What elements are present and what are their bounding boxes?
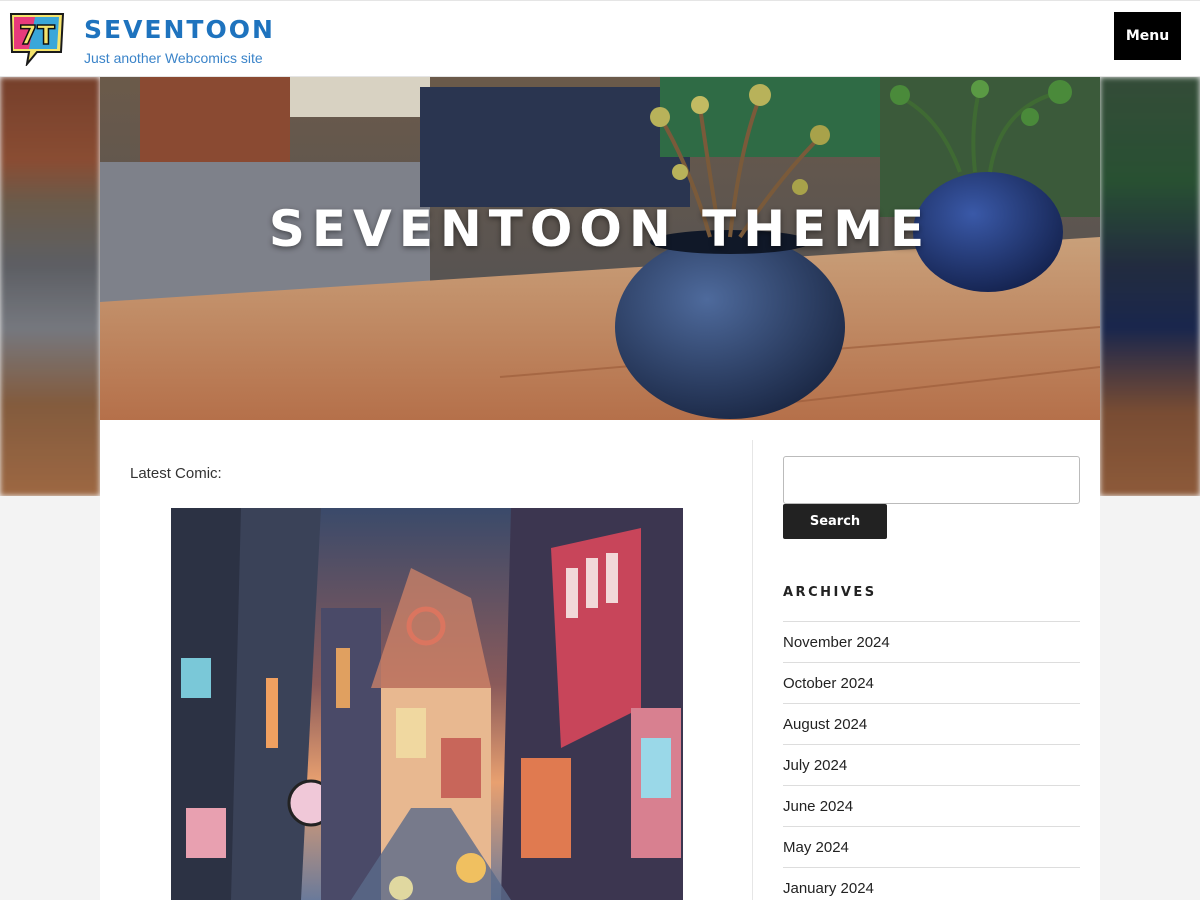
hero-blur-right xyxy=(1100,77,1200,496)
archive-link[interactable]: November 2024 xyxy=(783,634,890,651)
archive-item[interactable]: August 2024 xyxy=(783,703,1080,744)
menu-button[interactable]: Menu xyxy=(1114,12,1181,60)
site-header: 7T SEVENTOON Just another Webcomics site… xyxy=(0,0,1200,77)
column-divider xyxy=(752,440,753,900)
site-title[interactable]: SEVENTOON xyxy=(84,15,275,44)
search-input[interactable] xyxy=(783,456,1080,504)
archive-item[interactable]: January 2024 xyxy=(783,867,1080,900)
hero-blur-left xyxy=(0,77,100,496)
site-description: Just another Webcomics site xyxy=(84,50,263,66)
archive-link[interactable]: May 2024 xyxy=(783,839,849,856)
latest-comic-image[interactable] xyxy=(171,508,683,900)
archives-heading: ARCHIVES xyxy=(783,585,877,600)
hero-title: SEVENTOON THEME xyxy=(268,200,932,258)
archive-item[interactable]: June 2024 xyxy=(783,785,1080,826)
archive-item[interactable]: May 2024 xyxy=(783,826,1080,867)
archive-item[interactable]: October 2024 xyxy=(783,662,1080,703)
svg-text:7T: 7T xyxy=(19,21,55,51)
archive-item[interactable]: July 2024 xyxy=(783,744,1080,785)
archive-link[interactable]: October 2024 xyxy=(783,675,874,692)
archive-link[interactable]: August 2024 xyxy=(783,716,867,733)
archive-item[interactable]: November 2024 xyxy=(783,621,1080,662)
archive-link[interactable]: January 2024 xyxy=(783,880,874,897)
content-card: Latest Comic: Search ARCHIVES November 2… xyxy=(100,420,1100,900)
search-button[interactable]: Search xyxy=(783,504,887,539)
latest-comic-label: Latest Comic: xyxy=(130,465,222,482)
archives-list: November 2024 October 2024 August 2024 J… xyxy=(783,621,1080,900)
archive-link[interactable]: July 2024 xyxy=(783,757,847,774)
archive-link[interactable]: June 2024 xyxy=(783,798,853,815)
site-logo-icon[interactable]: 7T xyxy=(9,12,67,68)
